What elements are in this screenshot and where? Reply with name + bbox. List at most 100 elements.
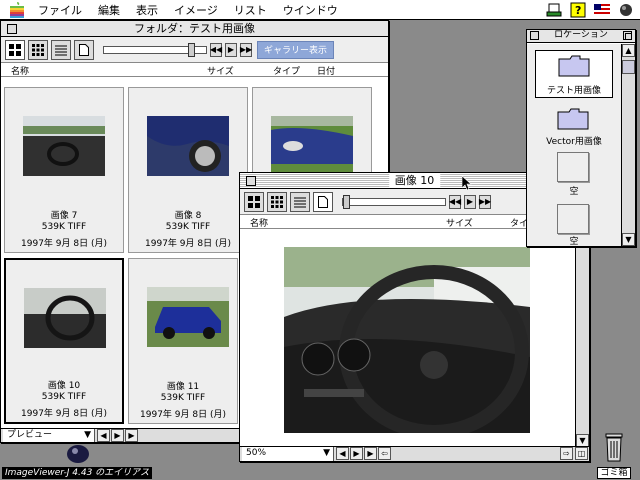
- back-button[interactable]: ⇦: [378, 447, 391, 460]
- next-image-button[interactable]: ▶: [364, 447, 377, 460]
- large-grid-icon: [248, 195, 260, 208]
- image-canvas[interactable]: [240, 231, 576, 447]
- list-item[interactable]: 画像 7 539K TIFF 1997年 9月 8日 (月): [4, 87, 124, 253]
- item-date: 1997年 9月 8日 (月): [21, 239, 107, 249]
- document-icon: [79, 43, 89, 56]
- location-item-empty-2[interactable]: 空: [535, 198, 613, 247]
- image-vertical-scrollbar[interactable]: ▼: [575, 231, 589, 447]
- image-bottom-bar: 50% ▼ ◀ ▶ ▶ ⇦ ⇨ ◫: [240, 446, 589, 461]
- zoom-select[interactable]: 50% ▼: [242, 447, 334, 461]
- menu-file[interactable]: ファイル: [38, 2, 82, 18]
- chevron-down-icon: ▼: [323, 448, 330, 458]
- location-item-vector-images[interactable]: Vector用画像: [535, 104, 613, 148]
- trash[interactable]: ゴミ箱: [596, 432, 632, 479]
- col-date[interactable]: 日付: [317, 64, 335, 77]
- document-view-button[interactable]: [74, 39, 94, 60]
- item-date: 1997年 9月 8日 (月): [145, 239, 231, 249]
- forward-button[interactable]: ⇨: [560, 447, 573, 460]
- slider-thumb[interactable]: [188, 42, 195, 57]
- imageviewer-alias-icon[interactable]: [66, 443, 90, 465]
- item-name: 画像 10: [47, 381, 81, 391]
- play-button[interactable]: ▶: [350, 447, 363, 460]
- folder-window-title: フォルダ：テスト用画像: [128, 22, 261, 36]
- menu-window[interactable]: ウインドウ: [283, 2, 338, 18]
- location-window[interactable]: ロケーション テスト用画像 Vector用画像 空 空 ▲ ▼: [526, 29, 636, 247]
- item-info: 539K TIFF: [41, 392, 87, 402]
- help-icon[interactable]: ?: [570, 2, 586, 18]
- location-item-empty-1[interactable]: 空: [535, 150, 613, 197]
- small-grid-icon: [32, 43, 44, 56]
- scroll-up-button[interactable]: ▲: [622, 44, 635, 57]
- menu-edit[interactable]: 編集: [98, 2, 120, 18]
- gallery-view-button[interactable]: ギャラリー表示: [257, 40, 335, 59]
- item-info: 539K TIFF: [41, 222, 87, 232]
- item-date: 1997年 9月 8日 (月): [140, 410, 226, 420]
- image-thumbnail: [24, 288, 106, 348]
- folder-icon: [557, 108, 589, 130]
- svg-text:?: ?: [575, 4, 581, 17]
- image-preview: [284, 247, 530, 433]
- location-item-test-images[interactable]: テスト用画像: [535, 50, 613, 98]
- menubar: ファイル 編集 表示 イメージ リスト ウインドウ ?: [0, 0, 640, 20]
- apple-menu-icon[interactable]: [10, 1, 24, 18]
- resize-handle[interactable]: ◫: [575, 447, 588, 460]
- col-type[interactable]: タイプ: [273, 64, 300, 77]
- location-window-titlebar[interactable]: ロケーション: [527, 30, 635, 43]
- location-list: テスト用画像 Vector用画像 空 空: [527, 44, 621, 247]
- prev-button[interactable]: ▶: [225, 42, 237, 57]
- location-item-label: Vector用画像: [546, 137, 602, 147]
- large-icon-view-button[interactable]: [5, 39, 25, 60]
- col-name[interactable]: 名称: [11, 64, 29, 77]
- empty-slot-icon: [557, 152, 589, 182]
- scroll-thumb[interactable]: [622, 60, 635, 74]
- first-page-button[interactable]: ◀◀: [449, 194, 461, 209]
- preview-select[interactable]: プレビュー ▼: [3, 429, 95, 442]
- menu-view[interactable]: 表示: [136, 2, 158, 18]
- keyboard-flag-icon[interactable]: [594, 2, 610, 18]
- menu-image[interactable]: イメージ: [174, 2, 218, 18]
- item-name: 画像 8: [174, 211, 202, 221]
- close-box[interactable]: [7, 24, 17, 34]
- image-thumbnail: [23, 116, 105, 176]
- close-box[interactable]: [530, 31, 539, 40]
- folder-window-titlebar[interactable]: フォルダ：テスト用画像: [1, 21, 388, 37]
- small-icon-view-button[interactable]: [267, 191, 287, 212]
- col-name[interactable]: 名称: [250, 216, 268, 229]
- last-page-button[interactable]: ▶▶: [240, 42, 252, 57]
- application-icon: [67, 445, 89, 463]
- trash-label: ゴミ箱: [597, 467, 631, 479]
- app-switch-icon[interactable]: [546, 2, 562, 18]
- small-icon-view-button[interactable]: [28, 39, 48, 60]
- list-item[interactable]: 画像 11 539K TIFF 1997年 9月 8日 (月): [128, 258, 238, 424]
- col-size[interactable]: サイズ: [207, 64, 234, 77]
- list-view-button[interactable]: [290, 191, 310, 212]
- folder-column-header: 名称 サイズ タイプ 日付: [1, 63, 388, 77]
- large-icon-view-button[interactable]: [244, 191, 264, 212]
- zoom-box[interactable]: [623, 31, 632, 40]
- menu-list[interactable]: リスト: [234, 2, 267, 18]
- image-thumbnail: [147, 116, 229, 176]
- last-page-button[interactable]: ▶▶: [479, 194, 491, 209]
- image-thumbnail: [271, 116, 353, 176]
- imageviewer-alias-label[interactable]: ImageViewer-J 4.43 のエイリアス: [2, 467, 153, 479]
- thumbnail-size-slider[interactable]: [103, 42, 207, 57]
- location-vertical-scrollbar[interactable]: ▲ ▼: [621, 44, 635, 246]
- scroll-left-button[interactable]: ◀: [97, 429, 110, 442]
- document-view-button[interactable]: [313, 191, 333, 212]
- first-image-button[interactable]: ◀: [336, 447, 349, 460]
- scroll-play-button[interactable]: ▶: [111, 429, 124, 442]
- trash-icon: [605, 433, 623, 462]
- list-view-button[interactable]: [51, 39, 71, 60]
- prev-button[interactable]: ▶: [464, 194, 476, 209]
- list-item[interactable]: 画像 8 539K TIFF 1997年 9月 8日 (月): [128, 87, 248, 253]
- application-icon[interactable]: [618, 2, 634, 18]
- empty-slot-icon: [557, 204, 589, 234]
- col-size[interactable]: サイズ: [446, 216, 473, 229]
- slider-thumb[interactable]: [343, 194, 350, 209]
- first-page-button[interactable]: ◀◀: [210, 42, 222, 57]
- close-box[interactable]: [246, 176, 256, 186]
- scroll-down-button[interactable]: ▼: [622, 233, 635, 246]
- scroll-right-button[interactable]: ▶: [125, 429, 138, 442]
- list-item-selected[interactable]: 画像 10 539K TIFF 1997年 9月 8日 (月): [4, 258, 124, 424]
- thumbnail-size-slider[interactable]: [342, 194, 446, 209]
